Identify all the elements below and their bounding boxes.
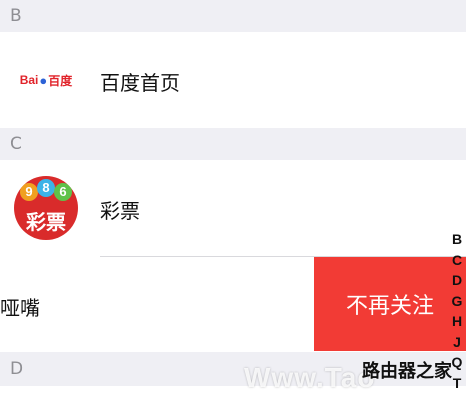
- index-letter-t[interactable]: T: [453, 373, 462, 394]
- item-label: 哑嘴: [0, 296, 40, 320]
- section-header-c: C: [0, 128, 466, 160]
- list-item-swiped[interactable]: 哑嘴 不再关注: [0, 257, 466, 351]
- baidu-logo-text: Bai: [19, 73, 39, 87]
- section-letter: D: [10, 359, 24, 379]
- list-item-lottery[interactable]: 9 8 6 彩票 彩票: [0, 160, 466, 256]
- section-header-b: B: [0, 0, 466, 32]
- index-letter-h[interactable]: H: [452, 311, 462, 332]
- section-letter: B: [10, 6, 22, 26]
- lottery-icon: 9 8 6 彩票: [13, 175, 79, 241]
- lottery-icon-text: 彩票: [26, 210, 66, 234]
- index-letter-b[interactable]: B: [452, 229, 462, 250]
- baidu-logo-cn: 百度: [48, 73, 73, 88]
- lottery-ball: 6: [54, 183, 72, 201]
- index-letter-d[interactable]: D: [452, 270, 462, 291]
- index-letter-g[interactable]: G: [452, 291, 463, 312]
- index-letter-c[interactable]: C: [452, 250, 462, 271]
- lottery-ball: 9: [20, 183, 38, 201]
- item-label: 彩票: [100, 199, 140, 223]
- paw-icon: ●: [39, 72, 48, 88]
- section-letter: C: [10, 134, 22, 154]
- watermark-latin: Www.Tao: [244, 362, 376, 393]
- index-letter-j[interactable]: J: [453, 332, 461, 353]
- list-item-baidu[interactable]: Bai ● 百度 百度首页: [0, 32, 466, 128]
- lottery-ball: 8: [37, 179, 55, 197]
- index-letter-q[interactable]: Q: [452, 352, 463, 373]
- item-label: 百度首页: [100, 71, 180, 95]
- baidu-logo-icon: Bai ● 百度: [13, 47, 79, 113]
- unfollow-button[interactable]: 不再关注: [314, 257, 466, 351]
- watermark-cn: 路由器之家: [362, 361, 452, 382]
